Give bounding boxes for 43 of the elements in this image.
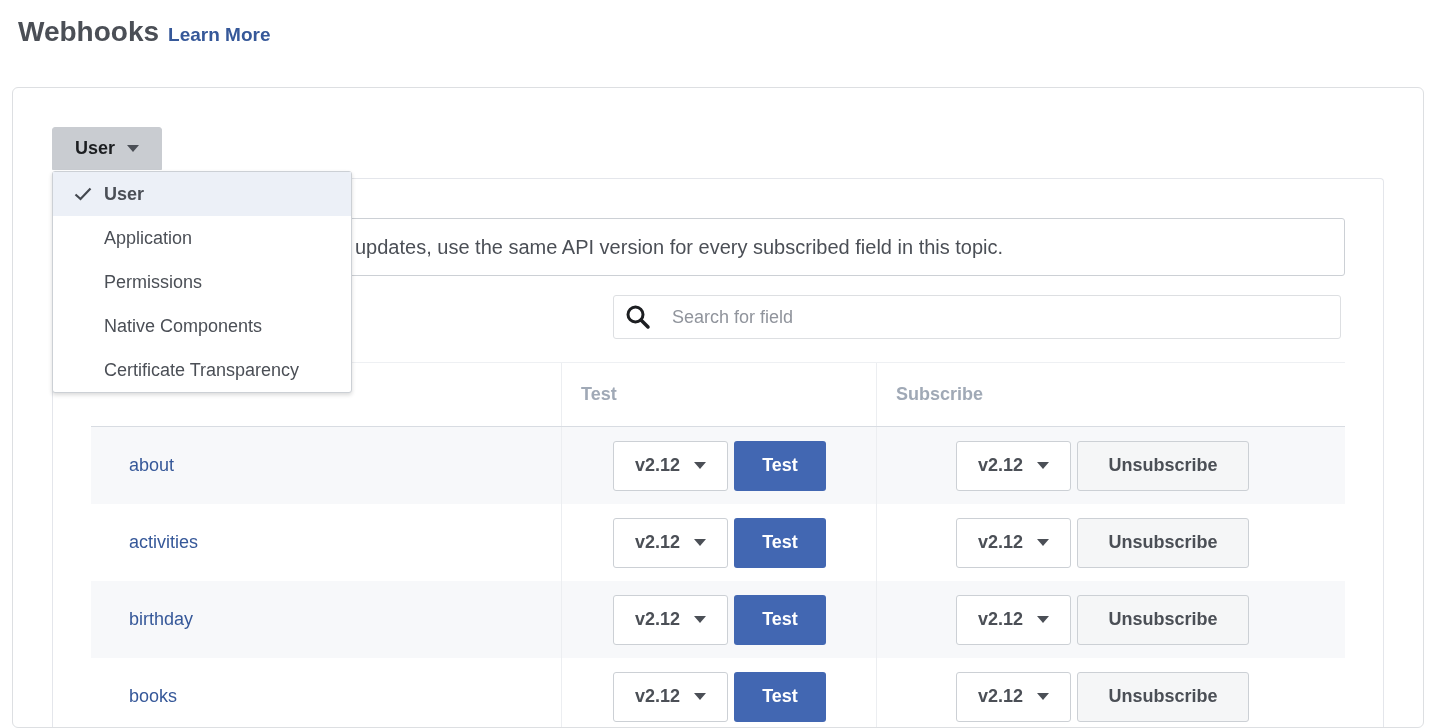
search-field[interactable]: Search for field [613, 295, 1341, 339]
page-title: Webhooks [18, 16, 160, 48]
menu-item[interactable]: User [53, 172, 351, 216]
caret-icon [1037, 616, 1049, 623]
field-link[interactable]: birthday [129, 609, 194, 630]
column-header: Test [581, 384, 617, 405]
menu-item[interactable]: Permissions [53, 260, 351, 304]
notice-text: updates, use the same API version for every subscribed field in this topic. [355, 235, 1004, 259]
version-dropdown[interactable]: v2.12 [613, 671, 728, 722]
caret-icon [127, 145, 139, 152]
version-dropdown[interactable]: v2.12 [613, 517, 728, 568]
caret-icon [694, 462, 706, 469]
caret-icon [1037, 539, 1049, 546]
unsubscribe-button[interactable]: Unsubscribe [1077, 517, 1249, 568]
test-button[interactable]: Test [734, 594, 826, 645]
menu-item[interactable]: Certificate Transparency [53, 348, 351, 392]
caret-icon [694, 693, 706, 700]
menu-item[interactable]: Application [53, 216, 351, 260]
caret-icon [694, 539, 706, 546]
field-link[interactable]: books [129, 686, 178, 707]
field-link[interactable]: activities [129, 532, 199, 553]
test-button[interactable]: Test [734, 440, 826, 491]
version-dropdown[interactable]: v2.12 [956, 671, 1071, 722]
menu-item[interactable]: Native Components [53, 304, 351, 348]
caret-icon [694, 616, 706, 623]
unsubscribe-button[interactable]: Unsubscribe [1077, 594, 1249, 645]
unsubscribe-button[interactable]: Unsubscribe [1077, 440, 1249, 491]
unsubscribe-button[interactable]: Unsubscribe [1077, 671, 1249, 722]
test-button[interactable]: Test [734, 517, 826, 568]
column-header: Subscribe [896, 384, 984, 405]
version-dropdown[interactable]: v2.12 [956, 440, 1071, 491]
version-dropdown[interactable]: v2.12 [613, 440, 728, 491]
check-icon [73, 187, 92, 201]
field-link[interactable]: about [129, 455, 175, 476]
topic-dropdown[interactable]: User [52, 127, 162, 170]
version-dropdown[interactable]: v2.12 [956, 517, 1071, 568]
search-icon [625, 304, 651, 330]
version-dropdown[interactable]: v2.12 [613, 594, 728, 645]
caret-icon [1037, 693, 1049, 700]
version-dropdown[interactable]: v2.12 [956, 594, 1071, 645]
caret-icon [1037, 462, 1049, 469]
test-button[interactable]: Test [734, 671, 826, 722]
learn-more-link[interactable]: Learn More [168, 24, 271, 46]
